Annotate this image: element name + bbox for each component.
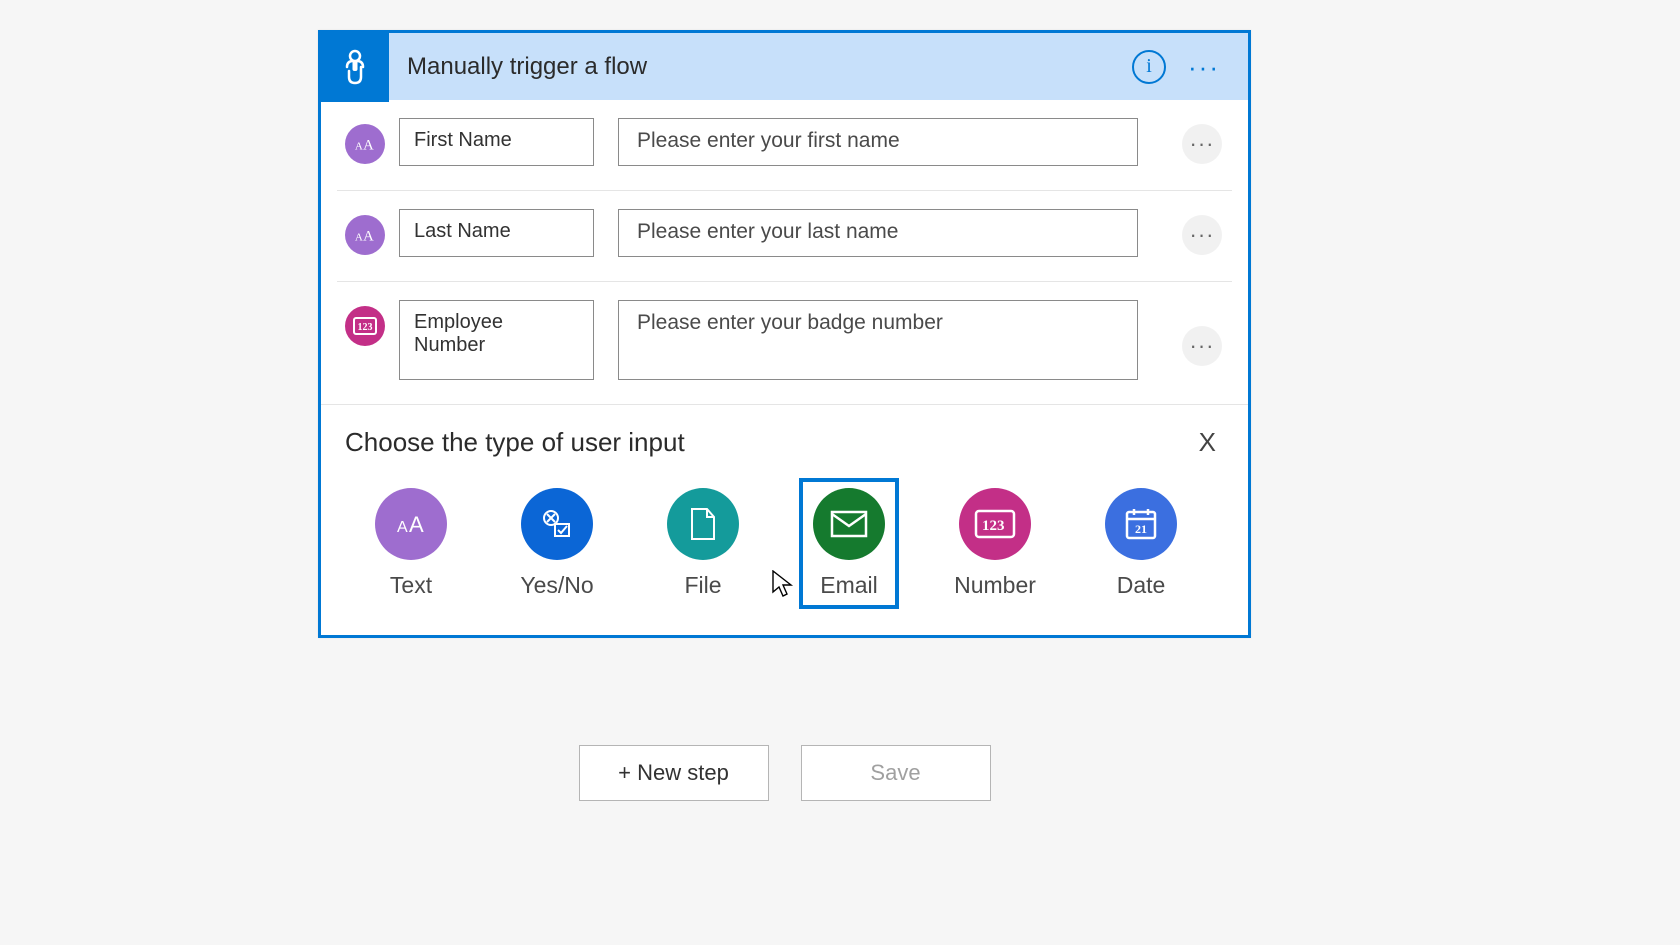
yesno-icon [521, 488, 593, 560]
card-title: Manually trigger a flow [389, 53, 1132, 81]
svg-text:A: A [355, 141, 363, 153]
row-more-button[interactable]: ··· [1182, 215, 1222, 255]
type-label: Date [1093, 572, 1189, 599]
trigger-icon [321, 32, 389, 102]
input-name-field[interactable]: First Name [399, 118, 594, 166]
file-icon [667, 488, 739, 560]
footer-actions: + New step Save [318, 745, 1251, 801]
text-type-icon: AA [345, 215, 385, 255]
new-step-button[interactable]: + New step [579, 745, 769, 801]
svg-text:A: A [363, 138, 374, 154]
text-icon: AA [375, 488, 447, 560]
choose-input-type-section: Choose the type of user input X AA Text [321, 404, 1248, 635]
svg-text:123: 123 [358, 322, 373, 333]
input-placeholder-field[interactable]: Please enter your first name [618, 118, 1138, 166]
svg-text:A: A [363, 229, 374, 245]
svg-text:21: 21 [1135, 522, 1147, 536]
inputs-section: AA First Name Please enter your first na… [321, 100, 1248, 404]
save-button[interactable]: Save [801, 745, 991, 801]
input-placeholder-field[interactable]: Please enter your last name [618, 209, 1138, 257]
type-label: Email [801, 572, 897, 599]
input-row-employee-number: 123 Employee Number Please enter your ba… [337, 282, 1232, 404]
trigger-card: Manually trigger a flow i ··· AA First N… [318, 30, 1251, 638]
input-placeholder-field[interactable]: Please enter your badge number [618, 300, 1138, 380]
svg-text:A: A [409, 512, 424, 537]
text-type-icon: AA [345, 124, 385, 164]
type-label: Yes/No [509, 572, 605, 599]
card-header: Manually trigger a flow i ··· [321, 30, 1248, 100]
type-label: Number [947, 572, 1043, 599]
type-option-yesno[interactable]: Yes/No [509, 480, 605, 607]
input-name-field[interactable]: Employee Number [399, 300, 594, 380]
close-icon[interactable]: X [1191, 423, 1224, 462]
type-label: Text [363, 572, 459, 599]
svg-text:A: A [355, 232, 363, 244]
row-more-button[interactable]: ··· [1182, 124, 1222, 164]
email-icon [813, 488, 885, 560]
date-icon: 21 [1105, 488, 1177, 560]
type-option-date[interactable]: 21 Date [1093, 480, 1189, 607]
type-option-number[interactable]: 123 Number [947, 480, 1043, 607]
type-option-text[interactable]: AA Text [363, 480, 459, 607]
choose-title: Choose the type of user input [345, 427, 685, 458]
number-icon: 123 [959, 488, 1031, 560]
svg-text:123: 123 [982, 518, 1005, 534]
type-label: File [655, 572, 751, 599]
info-icon[interactable]: i [1132, 50, 1166, 84]
input-row-last-name: AA Last Name Please enter your last name… [337, 191, 1232, 282]
svg-text:A: A [397, 519, 408, 536]
row-more-button[interactable]: ··· [1182, 326, 1222, 366]
input-row-first-name: AA First Name Please enter your first na… [337, 100, 1232, 191]
type-option-email[interactable]: Email [801, 480, 897, 607]
number-type-icon: 123 [345, 306, 385, 346]
input-name-field[interactable]: Last Name [399, 209, 594, 257]
type-option-file[interactable]: File [655, 480, 751, 607]
